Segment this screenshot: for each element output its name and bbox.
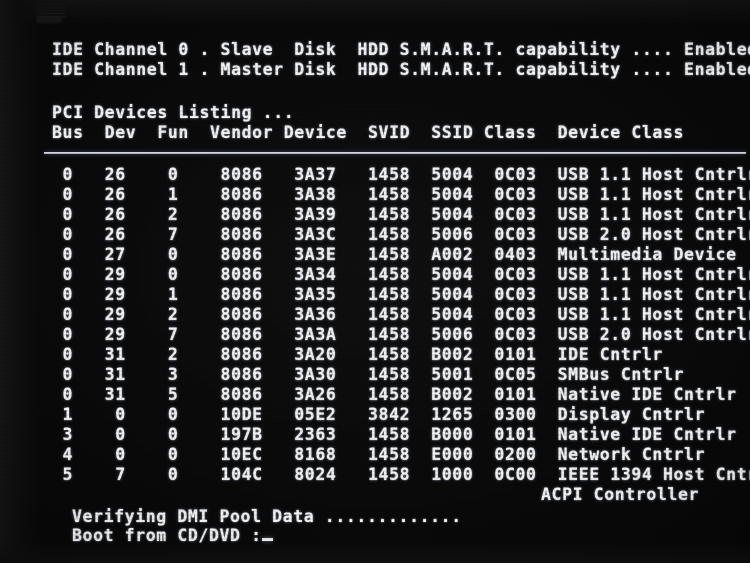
table-row: 0 26 2 8086 3A39 1458 5004 0C03 USB 1.1 … [52,205,750,224]
verifying-dmi-pool-data-line: Verifying DMI Pool Data ............. [72,507,462,526]
console-text-area: IDE Channel 0 . Slave Disk HDD S.M.A.R.T… [0,0,750,563]
bios-post-screen: IDE Channel 0 . Slave Disk HDD S.M.A.R.T… [0,0,750,563]
table-row: 0 31 3 8086 3A30 1458 5001 0C05 SMBus Cn… [52,365,685,384]
boot-prompt-line: Boot from CD/DVD : [72,527,273,545]
table-row: 0 31 2 8086 3A20 1458 B002 0101 IDE Cntr… [52,345,663,364]
table-row: 1 0 0 10DE 05E2 3842 1265 0300 Display C… [52,405,706,424]
table-row: 3 0 0 197B 2363 1458 B000 0101 Native ID… [52,425,737,444]
pci-listing-title: PCI Devices Listing ... [52,103,295,122]
table-row: 0 26 0 8086 3A37 1458 5004 0C03 USB 1.1 … [52,165,750,184]
table-row: 0 26 1 8086 3A38 1458 5004 0C03 USB 1.1 … [52,185,750,204]
boot-prompt-label: Boot from CD/DVD : [72,526,262,545]
trailing-device-class-acpi: ACPI Controller [541,485,700,504]
table-row: 0 29 7 8086 3A3A 1458 5006 0C03 USB 2.0 … [52,325,750,344]
table-row: 0 26 7 8086 3A3C 1458 5006 0C03 USB 2.0 … [52,225,750,244]
table-row: 0 29 2 8086 3A36 1458 5004 0C03 USB 1.1 … [52,305,750,324]
table-row: 0 29 1 8086 3A35 1458 5004 0C03 USB 1.1 … [52,285,750,304]
table-row: 4 0 0 10EC 8168 1458 E000 0200 Network C… [52,445,706,464]
text-cursor [261,538,273,541]
table-row: 0 29 0 8086 3A34 1458 5004 0C03 USB 1.1 … [52,265,750,284]
pci-table-header-row: Bus Dev Fun Vendor Device SVID SSID Clas… [52,123,685,142]
header-separator-rule [44,152,746,154]
table-row: 0 31 5 8086 3A26 1458 B002 0101 Native I… [52,385,737,404]
smart-status-line-channel0: IDE Channel 0 . Slave Disk HDD S.M.A.R.T… [52,40,750,59]
smart-status-line-channel1: IDE Channel 1 . Master Disk HDD S.M.A.R.… [52,60,750,79]
table-row: 5 7 0 104C 8024 1458 1000 0C00 IEEE 1394… [52,465,750,484]
table-row: 0 27 0 8086 3A3E 1458 A002 0403 Multimed… [52,245,737,264]
